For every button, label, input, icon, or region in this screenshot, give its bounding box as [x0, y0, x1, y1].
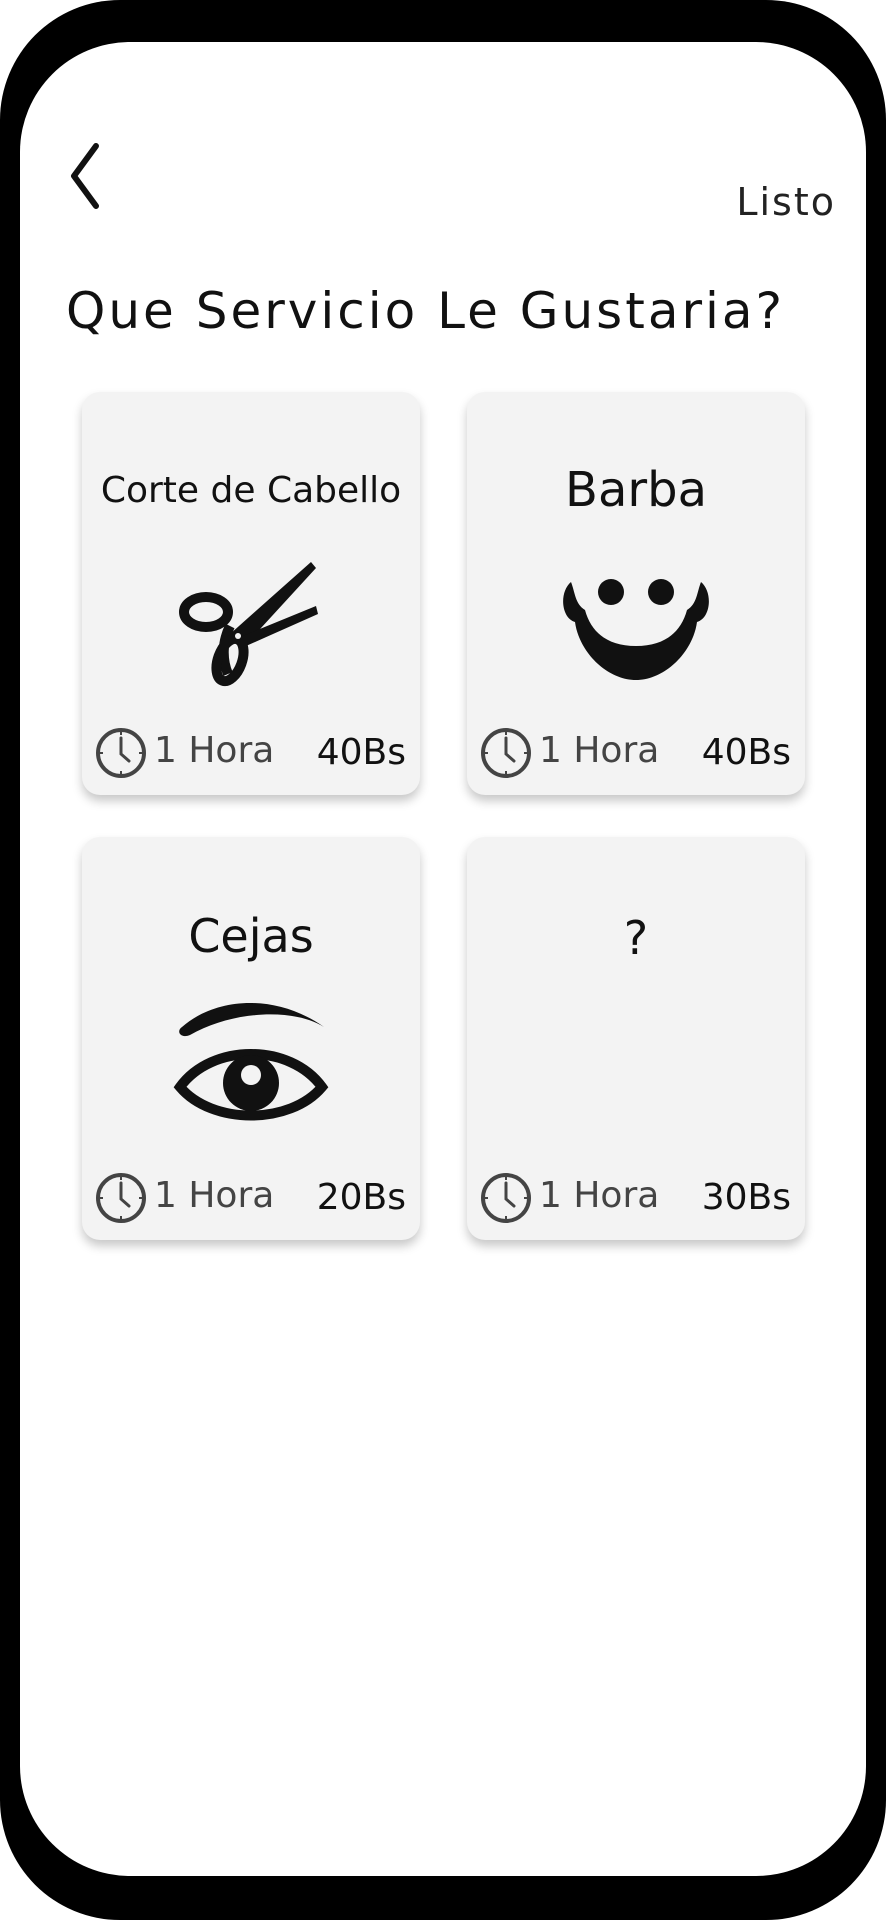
scissors-icon [179, 562, 318, 687]
device-frame: Listo Que Servicio Le Gustaria? Corte de… [0, 0, 886, 1920]
service-card-unknown[interactable]: ? 1 Hora 30Bs [467, 837, 805, 1240]
service-meta: 1 Hora 40Bs [94, 726, 406, 782]
service-card-eyebrows[interactable]: Cejas 1 Hora 20Bs [82, 837, 420, 1240]
service-price: 40Bs [316, 732, 406, 773]
back-button[interactable] [62, 138, 118, 214]
chevron-left-icon [71, 143, 99, 209]
service-price: 40Bs [701, 732, 791, 773]
service-name: Cejas [188, 909, 314, 963]
service-duration: 1 Hora [154, 730, 275, 771]
service-duration: 1 Hora [539, 1175, 660, 1216]
clock-icon [96, 728, 146, 778]
service-price: 30Bs [701, 1177, 791, 1218]
clock-icon [481, 728, 531, 778]
page-title: Que Servicio Le Gustaria? [66, 282, 786, 340]
service-name: Barba [565, 462, 707, 518]
service-duration: 1 Hora [154, 1175, 275, 1216]
clock-icon [481, 1173, 531, 1223]
service-meta: 1 Hora 30Bs [479, 1171, 791, 1227]
service-name: ? [623, 911, 649, 965]
service-meta: 1 Hora 40Bs [479, 726, 791, 782]
beard-icon [563, 579, 709, 680]
service-price: 20Bs [316, 1177, 406, 1218]
service-duration: 1 Hora [539, 730, 660, 771]
clock-icon [96, 1173, 146, 1223]
service-card-beard[interactable]: Barba 1 Hora 40Bs [467, 392, 805, 795]
done-button[interactable]: Listo [736, 180, 836, 224]
service-meta: 1 Hora 20Bs [94, 1171, 406, 1227]
service-card-haircut[interactable]: Corte de Cabello 1 Hora 40Bs [82, 392, 420, 795]
eye-icon [173, 1002, 329, 1121]
service-name: Corte de Cabello [100, 470, 402, 511]
screen: Listo Que Servicio Le Gustaria? Corte de… [20, 42, 866, 1876]
